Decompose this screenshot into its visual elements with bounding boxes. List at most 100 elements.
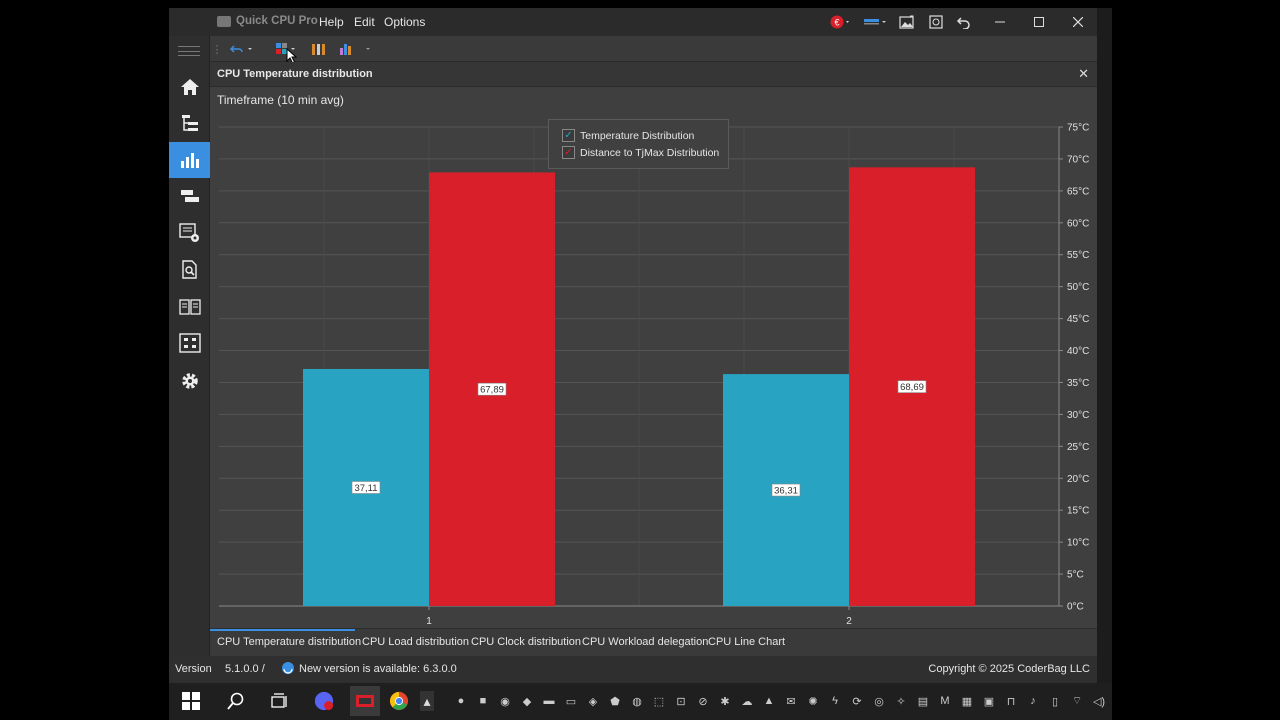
y-tick-label: 75°C <box>1067 123 1089 134</box>
blocked-icon[interactable]: ⊘ <box>696 692 710 710</box>
tab-cpu-workload[interactable]: CPU Workload delegation <box>582 636 708 648</box>
bar-chart: 0°C 5°C 10°C 15°C 20°C 25°C 30°C 35°C 40°C 45°C 50… <box>219 123 1089 627</box>
excel-icon[interactable]: ▤ <box>916 692 930 710</box>
svg-text:€: € <box>834 18 839 28</box>
active-tab-indicator <box>210 629 355 631</box>
vpn-icon[interactable]: ✧ <box>894 692 908 710</box>
tab-cpu-temperature[interactable]: CPU Temperature distribution <box>217 636 361 648</box>
shield-icon[interactable]: ◆ <box>520 692 534 710</box>
undo-dropdown-icon[interactable] <box>230 41 256 57</box>
chrome-icon[interactable] <box>389 691 409 711</box>
copyright: Copyright © 2025 CoderBag LLC <box>928 663 1090 675</box>
menu-edit[interactable]: Edit <box>354 15 375 29</box>
background-window-edge <box>1097 8 1112 683</box>
sync-icon[interactable]: ⟳ <box>850 692 864 710</box>
bar-chart-icon[interactable] <box>169 142 210 178</box>
sun-icon[interactable]: ✺ <box>806 692 820 710</box>
y-tick-label: 10°C <box>1067 538 1089 549</box>
battery-icon[interactable]: ▯ <box>1048 692 1062 710</box>
menu-help[interactable]: Help <box>319 15 344 29</box>
folder-icon[interactable]: ■ <box>476 692 490 710</box>
security-icon[interactable]: ◈ <box>586 692 600 710</box>
gamepad-icon[interactable]: ◍ <box>630 692 644 710</box>
eraser-icon[interactable]: ▬ <box>542 692 556 710</box>
legend-checkbox-tjmax[interactable]: ✓ <box>562 146 575 159</box>
mail-icon[interactable]: ✉ <box>784 692 798 710</box>
legend-item-temperature[interactable]: ✓ Temperature Distribution <box>562 129 694 142</box>
volume-icon[interactable]: ◁) <box>1092 692 1106 710</box>
lightning-icon[interactable]: ϟ <box>828 692 842 710</box>
data-label: 37,11 <box>354 483 377 494</box>
grouped-chart-dropdown-icon[interactable] <box>338 41 374 57</box>
screen: Quick CPU Pro Help Edit Options € ⋮ CPU … <box>0 0 1280 720</box>
panel-header: CPU Temperature distribution ✕ <box>210 62 1097 87</box>
quick-cpu-taskbar-icon[interactable] <box>350 686 380 716</box>
microphone-icon[interactable]: ♪ <box>1026 692 1040 710</box>
menu-options[interactable]: Options <box>384 15 425 29</box>
y-tick-label: 15°C <box>1067 506 1089 517</box>
puzzle-icon[interactable]: ✱ <box>718 692 732 710</box>
y-tick-label: 70°C <box>1067 154 1089 165</box>
undo-icon[interactable] <box>955 14 973 30</box>
panel-title: CPU Temperature distribution <box>217 68 373 80</box>
capture-icon[interactable]: ⊡ <box>674 692 688 710</box>
maximize-button[interactable] <box>1020 8 1058 36</box>
book-icon[interactable] <box>169 289 210 325</box>
legend-item-tjmax[interactable]: ✓ Distance to TjMax Distribution <box>562 146 719 159</box>
windows-start-icon[interactable] <box>181 691 201 711</box>
close-button[interactable] <box>1059 8 1097 36</box>
tab-cpu-load[interactable]: CPU Load distribution <box>362 636 469 648</box>
usb-icon[interactable]: ⊓ <box>1004 692 1018 710</box>
search-icon[interactable] <box>226 691 246 711</box>
y-tick-label: 35°C <box>1067 378 1089 389</box>
network-icon[interactable]: ⬚ <box>652 692 666 710</box>
settings-list-icon[interactable] <box>169 215 210 251</box>
cpu-tray-icon[interactable]: ▦ <box>960 692 974 710</box>
y-tick-label: 55°C <box>1067 250 1089 261</box>
gear-icon[interactable] <box>169 363 210 399</box>
legend-checkbox-temperature[interactable]: ✓ <box>562 129 575 142</box>
y-tick-label: 25°C <box>1067 442 1089 453</box>
app-window: Quick CPU Pro Help Edit Options € ⋮ CPU … <box>169 8 1097 683</box>
hamburger-menu-icon[interactable] <box>178 46 200 56</box>
image-export-icon[interactable] <box>898 14 916 30</box>
whatsapp-icon[interactable]: ● <box>454 692 468 710</box>
minimize-button[interactable] <box>981 8 1019 36</box>
sidebar <box>169 36 210 656</box>
m-app-icon[interactable]: M <box>938 692 952 710</box>
layout-icon[interactable] <box>169 178 210 214</box>
title-bar: Quick CPU Pro Help Edit Options € <box>169 8 1097 36</box>
panel-close-icon[interactable]: ✕ <box>1078 66 1089 82</box>
x-tick-label: 2 <box>846 616 852 627</box>
globe-icon[interactable]: ◎ <box>872 692 886 710</box>
tab-cpu-line-chart[interactable]: CPU Line Chart <box>708 636 785 648</box>
tree-icon[interactable] <box>169 105 210 141</box>
layout-toggle-icon[interactable] <box>863 14 889 30</box>
column-chart-icon[interactable] <box>310 41 328 57</box>
legend-label-temperature: Temperature Distribution <box>580 129 695 142</box>
currency-icon[interactable]: € <box>829 14 853 30</box>
screenshot-icon[interactable] <box>927 14 945 30</box>
window-icon[interactable]: ▭ <box>564 692 578 710</box>
home-icon[interactable] <box>169 69 210 105</box>
timeframe-label: Timeframe (10 min avg) <box>217 93 344 107</box>
taskbar: ▴ ● ■ ◉ ◆ ▬ ▭ ◈ ⬟ ◍ ⬚ ⊡ ⊘ ✱ ☁ ▲ ✉ ✺ ϟ ⟳ … <box>169 683 1112 720</box>
y-tick-label: 65°C <box>1067 186 1089 197</box>
wifi-icon[interactable]: ⌔ <box>1070 692 1084 710</box>
grid-icon[interactable] <box>169 325 210 361</box>
chart-panel: CPU Temperature distribution ✕ Timeframe… <box>210 62 1097 628</box>
cloud-icon[interactable]: ☁ <box>740 692 754 710</box>
defender-icon[interactable]: ⬟ <box>608 692 622 710</box>
taskbar-overflow-icon[interactable]: ▴ <box>420 691 434 711</box>
x-tick-label: 1 <box>426 616 432 627</box>
task-view-icon[interactable] <box>270 691 290 711</box>
tab-cpu-clock[interactable]: CPU Clock distribution <box>471 636 581 648</box>
document-search-icon[interactable] <box>169 252 210 288</box>
data-label: 67,89 <box>480 385 504 396</box>
chrome-tray-icon[interactable]: ◉ <box>498 692 512 710</box>
discord-icon[interactable] <box>314 691 334 711</box>
update-link[interactable]: New version is available: 6.3.0.0 <box>299 663 457 675</box>
drive-icon[interactable]: ▲ <box>762 692 776 710</box>
terminal-icon[interactable]: ▣ <box>982 692 996 710</box>
y-tick-label: 30°C <box>1067 410 1089 421</box>
